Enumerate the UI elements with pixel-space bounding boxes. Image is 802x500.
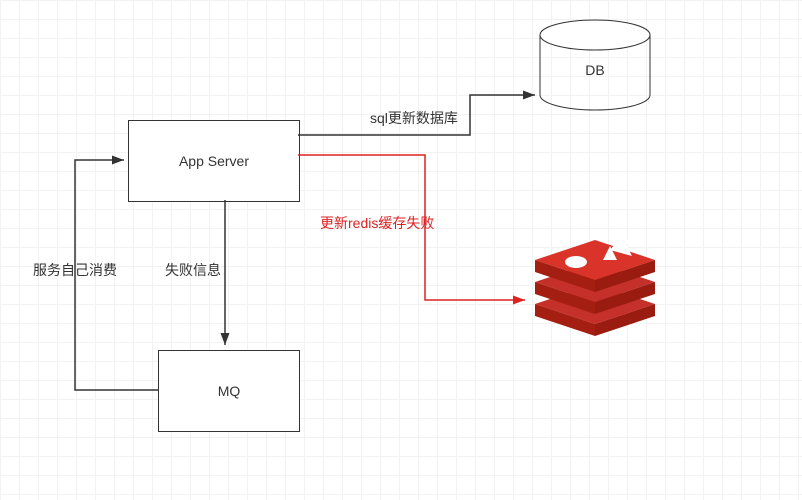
mq-node: MQ [158,350,300,432]
redis-icon [530,230,660,340]
label-sql-update: sql更新数据库 [370,108,458,128]
app-server-node: App Server [128,120,300,202]
app-server-label: App Server [179,153,249,169]
label-self-consume: 服务自己消费 [33,260,117,280]
label-fail-info: 失败信息 [165,260,221,280]
grid-background [0,0,802,500]
label-redis-fail: 更新redis缓存失败 [320,213,434,233]
mq-label: MQ [218,383,241,399]
diagram-canvas: App Server MQ DB [0,0,802,500]
